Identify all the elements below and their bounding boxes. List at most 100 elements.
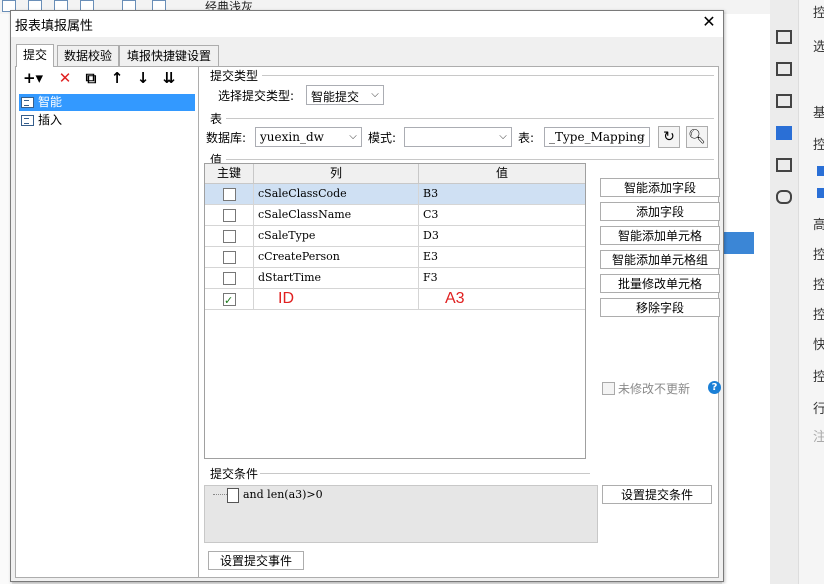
- right-icon-strip: [770, 0, 799, 584]
- table-row[interactable]: cCreatePerson E3: [205, 247, 585, 268]
- database-label: 数据库:: [206, 131, 247, 145]
- panel-checkbox[interactable]: [817, 166, 824, 176]
- value-cell[interactable]: F3: [419, 268, 585, 288]
- schema-label: 模式:: [368, 131, 397, 145]
- report-fill-properties-dialog: 报表填报属性 ✕ 提交 数据校验 填报快捷键设置 +▾ ✕ ⧉ ↑ ↓ ⇊ 智能…: [10, 10, 724, 582]
- table-select[interactable]: _Type_Mapping ⌵: [544, 127, 650, 147]
- tree-item-label: 智能: [38, 95, 63, 109]
- table-row[interactable]: ID A3: [205, 289, 585, 310]
- panel-label: 控: [813, 6, 824, 21]
- panel-label: 注: [813, 430, 824, 445]
- panel-label: 选: [813, 40, 824, 55]
- primary-key-checkbox[interactable]: [223, 230, 236, 243]
- table-icon: [21, 115, 34, 126]
- column-header-column[interactable]: 列: [254, 164, 419, 183]
- help-icon[interactable]: ?: [708, 381, 721, 394]
- panel-label: 高: [813, 218, 824, 233]
- column-cell[interactable]: dStartTime: [254, 268, 419, 288]
- column-cell[interactable]: cSaleClassCode: [254, 184, 419, 204]
- panel-label: 行: [813, 402, 824, 417]
- table-value: _Type_Mapping: [549, 130, 645, 144]
- batch-modify-cells-button[interactable]: 批量修改单元格: [600, 274, 720, 293]
- panel-label: 控: [813, 308, 824, 323]
- close-icon[interactable]: ✕: [701, 13, 717, 31]
- primary-key-checkbox[interactable]: [223, 209, 236, 222]
- panel-label: 控: [813, 138, 824, 153]
- table-icon: [21, 97, 34, 108]
- link-icon[interactable]: [776, 190, 792, 204]
- chevron-down-icon: ⌵: [637, 131, 645, 142]
- table-row[interactable]: dStartTime F3: [205, 268, 585, 289]
- tab-data-validation[interactable]: 数据校验: [57, 45, 119, 66]
- divider: [262, 75, 714, 76]
- submit-type-section-title: 提交类型: [210, 69, 259, 83]
- value-cell[interactable]: D3: [419, 226, 585, 246]
- set-submit-event-button[interactable]: 设置提交事件: [208, 551, 304, 570]
- value-cell[interactable]: E3: [419, 247, 585, 267]
- column-cell[interactable]: cSaleClassName: [254, 205, 419, 225]
- style-icon[interactable]: [776, 158, 792, 172]
- widget-icon[interactable]: [776, 126, 792, 140]
- panel-label: 控: [813, 370, 824, 385]
- smart-add-cell-group-button[interactable]: 智能添加单元格组: [600, 250, 720, 269]
- move-up-icon[interactable]: ↑: [108, 69, 126, 87]
- grid-header: 主键 列 值: [205, 164, 585, 184]
- tree-connector: [213, 494, 227, 496]
- background-blue-button[interactable]: [722, 232, 754, 254]
- table-row[interactable]: cSaleClassName C3: [205, 205, 585, 226]
- value-cell[interactable]: B3: [419, 184, 585, 204]
- remove-field-button[interactable]: 移除字段: [600, 298, 720, 317]
- schema-select[interactable]: ⌵: [404, 127, 512, 147]
- tab-shortcut-settings[interactable]: 填报快捷键设置: [119, 45, 219, 66]
- primary-key-checkbox[interactable]: [223, 188, 236, 201]
- layout-icon[interactable]: [776, 30, 792, 44]
- no-update-label: 未修改不更新: [618, 382, 691, 396]
- column-cell[interactable]: cCreatePerson: [254, 247, 419, 267]
- tree-item-insert[interactable]: 插入: [19, 112, 195, 129]
- table-row[interactable]: cSaleClassCode B3: [205, 184, 585, 205]
- submit-list-pane: +▾ ✕ ⧉ ↑ ↓ ⇊ 智能 插入: [16, 67, 199, 577]
- primary-key-checkbox[interactable]: [223, 291, 236, 309]
- cell-attr-icon[interactable]: [776, 62, 792, 76]
- tree-item-label: 插入: [38, 113, 63, 127]
- tree-item-smart[interactable]: 智能: [19, 94, 195, 111]
- panel-checkbox[interactable]: [817, 188, 824, 198]
- submit-type-label: 选择提交类型:: [218, 89, 295, 103]
- panel-label: 控: [813, 248, 824, 263]
- value-cell[interactable]: A3: [419, 289, 585, 309]
- chevron-down-icon: ⌵: [371, 89, 379, 100]
- add-icon[interactable]: +▾: [20, 69, 46, 87]
- set-condition-button[interactable]: 设置提交条件: [602, 485, 712, 504]
- table-row[interactable]: cSaleType D3: [205, 226, 585, 247]
- add-field-button[interactable]: 添加字段: [600, 202, 720, 221]
- submit-tab-panel: +▾ ✕ ⧉ ↑ ↓ ⇊ 智能 插入 提交类型 选择提交类型: 智能提交 ⌵ 表…: [15, 66, 721, 578]
- copy-icon[interactable]: ⧉: [82, 69, 100, 87]
- frame-icon[interactable]: [776, 94, 792, 108]
- tab-submit[interactable]: 提交: [16, 44, 54, 67]
- column-header-key[interactable]: 主键: [205, 164, 254, 183]
- condition-section-title: 提交条件: [210, 467, 259, 481]
- database-select[interactable]: yuexin_dw ⌵: [255, 127, 362, 147]
- table-label: 表:: [518, 131, 535, 145]
- column-cell[interactable]: ID: [254, 289, 419, 309]
- condition-expression[interactable]: and len(a3)>0: [243, 488, 323, 501]
- refresh-icon[interactable]: ↻: [658, 126, 680, 148]
- field-mapping-grid: 主键 列 值 cSaleClassCode B3 cSaleClassName …: [204, 163, 586, 459]
- divider: [260, 473, 590, 474]
- move-down-icon[interactable]: ↓: [134, 69, 152, 87]
- column-cell[interactable]: cSaleType: [254, 226, 419, 246]
- preview-table-icon[interactable]: 🔍︎: [686, 126, 708, 148]
- smart-add-field-button[interactable]: 智能添加字段: [600, 178, 720, 197]
- condition-tree[interactable]: and len(a3)>0: [204, 485, 598, 543]
- submit-type-select[interactable]: 智能提交 ⌵: [306, 85, 384, 105]
- primary-key-checkbox[interactable]: [223, 251, 236, 264]
- chevron-down-icon: ⌵: [349, 131, 357, 142]
- primary-key-checkbox[interactable]: [223, 272, 236, 285]
- checkbox-box: [602, 382, 615, 395]
- sort-icon[interactable]: ⇊: [160, 69, 178, 87]
- delete-icon[interactable]: ✕: [56, 69, 74, 87]
- smart-add-cell-button[interactable]: 智能添加单元格: [600, 226, 720, 245]
- value-cell[interactable]: C3: [419, 205, 585, 225]
- column-header-value[interactable]: 值: [419, 164, 585, 183]
- chevron-down-icon: ⌵: [499, 131, 507, 142]
